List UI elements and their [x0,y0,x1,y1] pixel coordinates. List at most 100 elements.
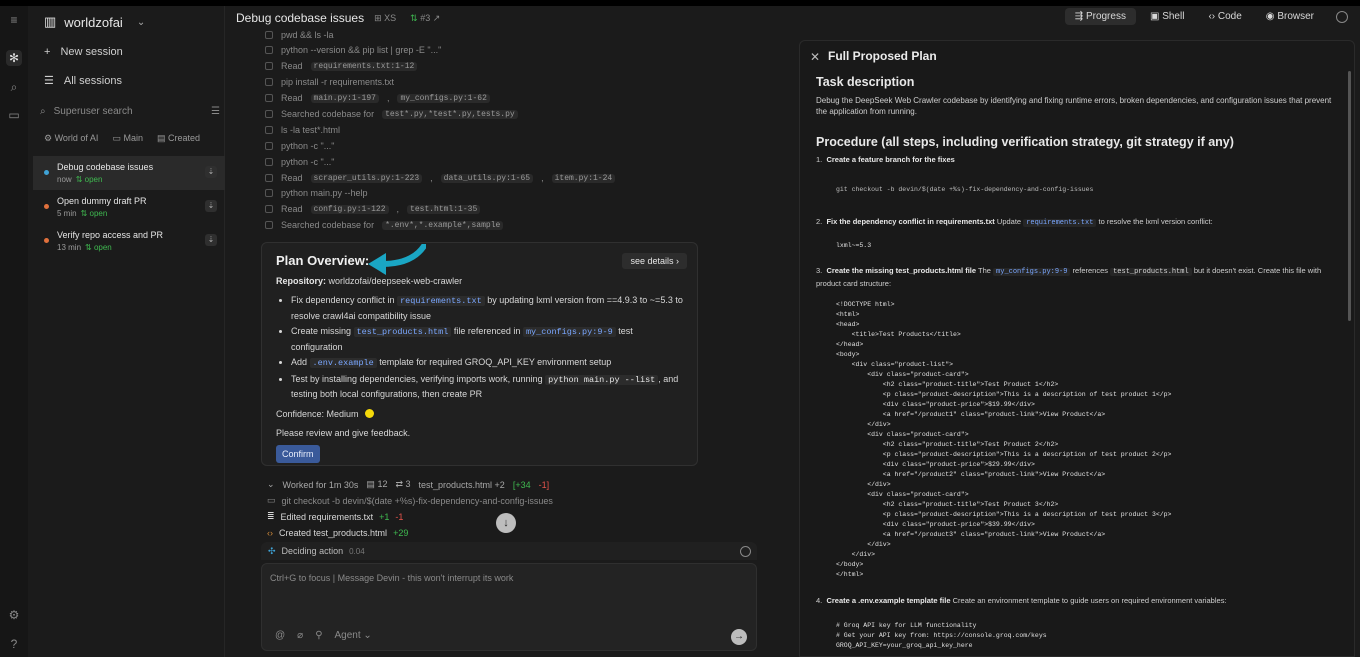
book-icon[interactable]: ▭ [6,107,22,123]
code-line: <h2 class="product-title">Test Product 1… [836,381,1059,388]
plan-step-4: 4. Create a .env.example template file C… [816,596,1227,605]
mention-icon[interactable]: @ [275,630,285,641]
tab-code[interactable]: ‹› Code [1198,8,1251,25]
session-item[interactable]: Debug codebase issues now ⇅ open ⇣ [33,156,225,190]
more-icon[interactable] [1336,11,1348,23]
search-icon[interactable]: ⌕ [6,79,22,95]
panel-scrollbar[interactable] [1348,71,1351,321]
pin-icon[interactable]: ⇣ [205,200,217,212]
env-code-block: # Groq API key for LLM functionality # Ge… [836,621,1047,651]
terminal-icon [265,189,273,197]
timeline-item[interactable]: Read config.py:1-122, test.html:1-35 [265,203,765,215]
code-line: <div class="product-list"> [836,361,954,368]
send-button[interactable]: → [731,629,747,645]
lines-removed: -1] [538,479,550,490]
icon-rail: ≡ ✻ ⌕ ▭ ⚙ ? [0,6,28,657]
pin-icon[interactable]: ⇣ [205,234,217,246]
code-line: </html> [836,571,864,578]
action-item[interactable]: ‹› Created test_products.html +29 [267,528,408,538]
action-item[interactable]: ≣ Edited requirements.txt +1 -1 [267,511,403,522]
tab-browser[interactable]: ◉ Browser [1256,8,1324,25]
timeline-item[interactable]: python -c "..." [265,140,765,152]
plan-steps: Fix dependency conflict in requirements.… [276,293,683,402]
tab-progress[interactable]: ⇶ Progress [1064,8,1136,25]
settings-icon[interactable]: ⚙ [6,607,22,623]
confidence-dot [364,409,374,418]
code-line: <head> [836,321,860,328]
code-line: <p class="product-description">This is a… [836,391,1172,398]
all-sessions-label: All sessions [63,74,122,87]
message-composer[interactable]: Ctrl+G to focus | Message Devin - this w… [261,563,757,651]
file-icon [265,94,273,102]
search-input[interactable]: Superuser search [54,106,133,117]
session-item[interactable]: Verify repo access and PR 13 min ⇅ open ⇣ [33,224,225,258]
code-line: </head> [836,341,864,348]
file-icon [265,205,273,213]
plan-step: Add .env.example template for required G… [291,355,683,371]
session-item[interactable]: Open dummy draft PR 5 min ⇅ open ⇣ [33,190,225,224]
filter-icon[interactable]: ☰ [211,106,220,117]
sidebar-search[interactable]: ⌕ Superuser search ☰ [40,102,220,120]
task-description: Debug the DeepSeek Web Crawler codebase … [816,96,1332,116]
files-count: ▤ 12 [366,479,388,489]
status-dot [44,170,49,175]
search-icon: ⌕ [40,105,46,117]
timeline-item[interactable]: Read main.py:1-197, my_configs.py:1-62 [265,92,765,104]
all-sessions-button[interactable]: ☰ All sessions [44,74,122,88]
terminal-icon [265,142,273,150]
pause-icon[interactable] [740,545,751,557]
deciding-status: ✣ Deciding action 0.04 [261,542,757,560]
timeline-item[interactable]: python main.py --help [265,187,765,199]
workspace-name: worldzofai [64,14,123,30]
code-line: <div class="product-price">$39.99</div> [836,521,1035,528]
workspace-switcher[interactable]: ▥ worldzofai ⌄ [44,12,145,32]
pin-icon[interactable]: ⇣ [205,166,217,178]
filter-branch[interactable]: ▭ Main [112,133,143,144]
changed-file: test_products.html +2 [418,479,505,490]
timeline-item[interactable]: Searched codebase for test*.py,*test*.py,… [265,108,765,120]
action-item[interactable]: ▭ git checkout -b devin/$(date +%s)-fix-d… [267,495,553,506]
timeline-item[interactable]: python -c "..." [265,156,765,168]
code-line: # Get your API key from: https://console… [836,632,1047,639]
session-meta: now ⇅ open [57,175,103,184]
code-line: <div class="product-price">$19.99</div> [836,401,1035,408]
timeline-item[interactable]: Read requirements.txt:1-12 [265,60,765,72]
timeline-item[interactable]: pip install -r requirements.txt [265,76,765,88]
settings-gear-icon[interactable]: ✻ [6,50,22,66]
search-icon [265,110,273,118]
session-title: Verify repo access and PR [57,230,164,240]
timeline-item[interactable]: pwd && ls -la [265,29,765,41]
code-line: <html> [836,311,860,318]
agent-select[interactable]: Agent ⌄ [335,630,372,641]
code-line: </div> [836,541,891,548]
see-details-button[interactable]: see details › [622,253,687,269]
pr-link[interactable]: ⇅ #3 ↗ [410,13,440,24]
procedure-heading: Procedure (all steps, including verifica… [816,135,1234,149]
timeline-item[interactable]: Read scraper_utils.py:1-223, data_utils.py… [265,172,765,184]
close-icon[interactable]: ✕ [810,50,820,64]
worked-summary[interactable]: ⌄ Worked for 1m 30s ▤ 12 ⇄ 3 test_produc… [267,479,747,490]
attach-icon[interactable]: ⌀ [297,630,303,641]
list-icon: ☰ [44,75,54,87]
timeline-item[interactable]: python --version && pip list | grep -E "… [265,44,765,56]
plan-step-2: 2. Fix the dependency conflict in requir… [816,217,1213,227]
help-icon[interactable]: ? [6,636,22,652]
menu-icon[interactable]: ≡ [6,12,22,28]
code-line: </div> [836,481,891,488]
new-session-button[interactable]: + New session [44,46,123,58]
plus-icon: + [44,46,51,58]
tab-shell[interactable]: ▣ Shell [1140,8,1194,25]
code-line: </div> [836,551,876,558]
code-line: <h2 class="product-title">Test Product 2… [836,441,1059,448]
timeline-item[interactable]: ls -la test*.html [265,124,765,136]
scroll-down-button[interactable]: ↓ [496,513,516,533]
code-line: <div class="product-card"> [836,431,969,438]
code-line: # Groq API key for LLM functionality [836,622,977,629]
filter-sort[interactable]: ▤ Created [157,133,200,144]
code-block: lxml~=5.3 [836,242,872,249]
key-icon[interactable]: ⚲ [315,630,322,641]
message-input[interactable]: Ctrl+G to focus | Message Devin - this w… [270,573,513,583]
filter-org[interactable]: ⚙ World of AI [44,133,98,144]
timeline-item[interactable]: Searched codebase for *.env*,*.example*,s… [265,219,765,231]
confirm-button[interactable]: Confirm [276,444,320,463]
